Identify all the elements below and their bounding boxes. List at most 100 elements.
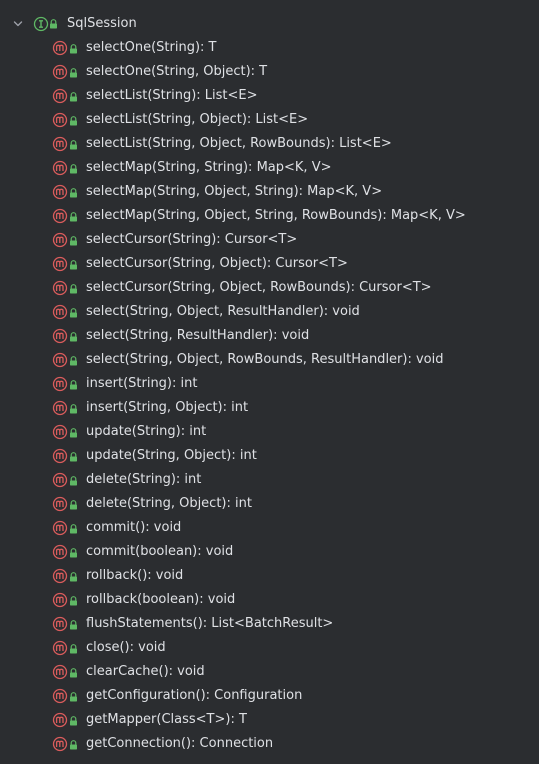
method-icon (52, 376, 68, 392)
lock-icon (69, 235, 78, 246)
method-icon (52, 496, 68, 512)
method-row[interactable]: select(String, ResultHandler): void (0, 324, 539, 348)
method-label: close(): void (86, 640, 166, 655)
lock-icon (69, 379, 78, 390)
method-row[interactable]: selectList(String, Object, RowBounds): L… (0, 132, 539, 156)
method-row[interactable]: flushStatements(): List<BatchResult> (0, 612, 539, 636)
method-icon (52, 616, 68, 632)
method-row[interactable]: getConfiguration(): Configuration (0, 684, 539, 708)
lock-icon (69, 115, 78, 126)
lock-icon (69, 547, 78, 558)
method-icon (52, 520, 68, 536)
method-row[interactable]: clearCache(): void (0, 660, 539, 684)
method-row[interactable]: select(String, Object, RowBounds, Result… (0, 348, 539, 372)
method-icon (52, 328, 68, 344)
method-label: commit(boolean): void (86, 544, 234, 559)
method-icon (52, 400, 68, 416)
method-icon (52, 472, 68, 488)
method-label: selectList(String, Object, RowBounds): L… (86, 136, 392, 151)
lock-icon (69, 427, 78, 438)
lock-icon (69, 571, 78, 582)
method-icon (52, 256, 68, 272)
method-label: getConfiguration(): Configuration (86, 688, 303, 703)
lock-icon (69, 259, 78, 270)
method-row[interactable]: commit(boolean): void (0, 540, 539, 564)
method-icon (52, 304, 68, 320)
method-row[interactable]: getConnection(): Connection (0, 732, 539, 756)
method-label: select(String, Object, ResultHandler): v… (86, 304, 360, 319)
method-label: delete(String): int (86, 472, 202, 487)
lock-icon (69, 595, 78, 606)
method-label: selectCursor(String, Object): Cursor<T> (86, 256, 348, 271)
method-icon (52, 568, 68, 584)
lock-icon (69, 211, 78, 222)
method-row[interactable]: selectCursor(String): Cursor<T> (0, 228, 539, 252)
lock-icon (69, 43, 78, 54)
method-label: getMapper(Class<T>): T (86, 712, 247, 727)
method-row[interactable]: selectList(String): List<E> (0, 84, 539, 108)
method-row[interactable]: selectList(String, Object): List<E> (0, 108, 539, 132)
method-label: insert(String): int (86, 376, 198, 391)
method-label: delete(String, Object): int (86, 496, 252, 511)
lock-icon (69, 331, 78, 342)
method-row[interactable]: select(String, Object, ResultHandler): v… (0, 300, 539, 324)
method-label: selectOne(String): T (86, 40, 217, 55)
method-icon (52, 88, 68, 104)
lock-icon (69, 475, 78, 486)
method-row[interactable]: rollback(): void (0, 564, 539, 588)
lock-icon (69, 67, 78, 78)
method-row[interactable]: getMapper(Class<T>): T (0, 708, 539, 732)
method-row[interactable]: selectMap(String, Object, String): Map<K… (0, 180, 539, 204)
method-row[interactable]: commit(): void (0, 516, 539, 540)
method-label: rollback(): void (86, 568, 184, 583)
method-label: update(String): int (86, 424, 207, 439)
lock-icon (69, 691, 78, 702)
method-label: flushStatements(): List<BatchResult> (86, 616, 334, 631)
method-row[interactable]: selectOne(String, Object): T (0, 60, 539, 84)
method-row[interactable]: selectOne(String): T (0, 36, 539, 60)
method-icon (52, 208, 68, 224)
method-icon (52, 136, 68, 152)
method-row[interactable]: insert(String, Object): int (0, 396, 539, 420)
method-icon (52, 40, 68, 56)
method-icon (52, 712, 68, 728)
lock-icon (69, 139, 78, 150)
tree-root-sqlsession[interactable]: SqlSession (0, 12, 539, 36)
method-label: selectMap(String, Object, String, RowBou… (86, 208, 466, 223)
lock-icon (69, 91, 78, 102)
method-row[interactable]: delete(String, Object): int (0, 492, 539, 516)
method-label: selectMap(String, Object, String): Map<K… (86, 184, 383, 199)
method-icon (52, 352, 68, 368)
method-icon (52, 424, 68, 440)
method-row[interactable]: selectCursor(String, Object): Cursor<T> (0, 252, 539, 276)
method-row[interactable]: update(String): int (0, 420, 539, 444)
method-label: select(String, Object, RowBounds, Result… (86, 352, 444, 367)
method-row[interactable]: selectCursor(String, Object, RowBounds):… (0, 276, 539, 300)
method-label: select(String, ResultHandler): void (86, 328, 310, 343)
method-label: getConnection(): Connection (86, 736, 274, 751)
method-label: selectList(String, Object): List<E> (86, 112, 309, 127)
chevron-down-icon[interactable] (13, 19, 23, 29)
method-row[interactable]: delete(String): int (0, 468, 539, 492)
method-row[interactable]: update(String, Object): int (0, 444, 539, 468)
method-icon (52, 592, 68, 608)
method-icon (52, 112, 68, 128)
lock-icon (69, 739, 78, 750)
method-row[interactable]: close(): void (0, 636, 539, 660)
method-row[interactable]: rollback(boolean): void (0, 588, 539, 612)
lock-icon (69, 643, 78, 654)
lock-icon (69, 523, 78, 534)
method-label: selectCursor(String): Cursor<T> (86, 232, 298, 247)
lock-icon (69, 163, 78, 174)
lock-icon (69, 715, 78, 726)
method-icon (52, 160, 68, 176)
method-icon (52, 544, 68, 560)
method-row[interactable]: insert(String): int (0, 372, 539, 396)
root-label: SqlSession (67, 16, 137, 31)
method-row[interactable]: selectMap(String, Object, String, RowBou… (0, 204, 539, 228)
method-icon (52, 688, 68, 704)
method-label: selectCursor(String, Object, RowBounds):… (86, 280, 432, 295)
method-icon (52, 280, 68, 296)
method-row[interactable]: selectMap(String, String): Map<K, V> (0, 156, 539, 180)
method-icon (52, 232, 68, 248)
